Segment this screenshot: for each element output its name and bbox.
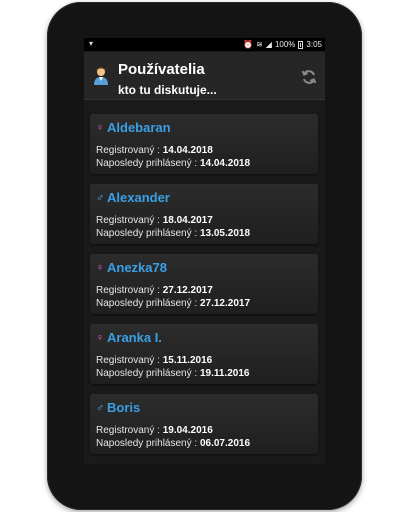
- signal-icon: ◢: [265, 40, 272, 49]
- registered-line: Registrovaný : 14.04.2018: [96, 145, 213, 156]
- last-login-line: Naposledy prihlásený : 13.05.2018: [96, 228, 251, 239]
- last-login-date: 06.07.2016: [199, 438, 251, 449]
- app-bar: Používatelia kto tu diskutuje...: [84, 52, 325, 100]
- battery-icon: [298, 40, 304, 49]
- user-name: Aranka I.: [107, 330, 162, 345]
- last-login-line: Naposledy prihlásený : 14.04.2018: [96, 158, 251, 169]
- wifi-icon: ≋: [256, 40, 263, 49]
- user-avatar-icon: [94, 67, 108, 85]
- last-login-date: 13.05.2018: [199, 228, 251, 239]
- alarm-icon: ⏰: [243, 40, 254, 49]
- last-login-date: 14.04.2018: [199, 158, 251, 169]
- page-subtitle: kto tu diskutuje...: [118, 83, 217, 97]
- refresh-icon[interactable]: [301, 69, 317, 85]
- registered-line: Registrovaný : 19.04.2016: [96, 425, 213, 436]
- male-icon: ♂: [95, 401, 105, 414]
- user-card-aranka[interactable]: ♀ Aranka I. Registrovaný : 15.11.2016 Na…: [90, 324, 318, 384]
- female-icon: ♀: [95, 261, 105, 274]
- user-card-alexander[interactable]: ♂ Alexander Registrovaný : 18.04.2017 Na…: [90, 184, 318, 244]
- female-icon: ♀: [95, 331, 105, 344]
- registered-line: Registrovaný : 27.12.2017: [96, 285, 213, 296]
- last-login-date: 19.11.2016: [199, 368, 250, 379]
- battery-percent: 100%: [274, 40, 296, 49]
- registered-date: 19.04.2016: [162, 425, 213, 436]
- registered-date: 27.12.2017: [162, 285, 213, 296]
- last-login-line: Naposledy prihlásený : 06.07.2016: [96, 438, 251, 449]
- user-card-aldebaran[interactable]: ♀ Aldebaran Registrovaný : 14.04.2018 Na…: [90, 114, 318, 174]
- last-login-date: 27.12.2017: [199, 298, 251, 309]
- user-name: Alexander: [107, 190, 170, 205]
- registered-date: 14.04.2018: [162, 145, 213, 156]
- registered-line: Registrovaný : 18.04.2017: [96, 215, 213, 226]
- app-screen: ▾ ⏰ ≋ ◢ 100% 3:05 Používatelia kto tu di…: [84, 38, 325, 464]
- user-card-boris[interactable]: ♂ Boris Registrovaný : 19.04.2016 Naposl…: [90, 394, 318, 454]
- clock: 3:05: [306, 40, 322, 49]
- page-title: Používatelia: [118, 61, 205, 78]
- registered-date: 15.11.2016: [162, 355, 213, 366]
- user-card-anezka78[interactable]: ♀ Anezka78 Registrovaný : 27.12.2017 Nap…: [90, 254, 318, 314]
- registered-date: 18.04.2017: [162, 215, 213, 226]
- registered-line: Registrovaný : 15.11.2016: [96, 355, 213, 366]
- male-icon: ♂: [95, 191, 105, 204]
- last-login-line: Naposledy prihlásený : 27.12.2017: [96, 298, 251, 309]
- user-name: Anezka78: [107, 260, 167, 275]
- female-icon: ♀: [95, 121, 105, 134]
- download-icon: ▾: [89, 39, 94, 48]
- status-bar: ▾ ⏰ ≋ ◢ 100% 3:05: [84, 38, 325, 51]
- user-name: Boris: [107, 400, 141, 415]
- last-login-line: Naposledy prihlásený : 19.11.2016: [96, 368, 250, 379]
- user-name: Aldebaran: [107, 120, 171, 135]
